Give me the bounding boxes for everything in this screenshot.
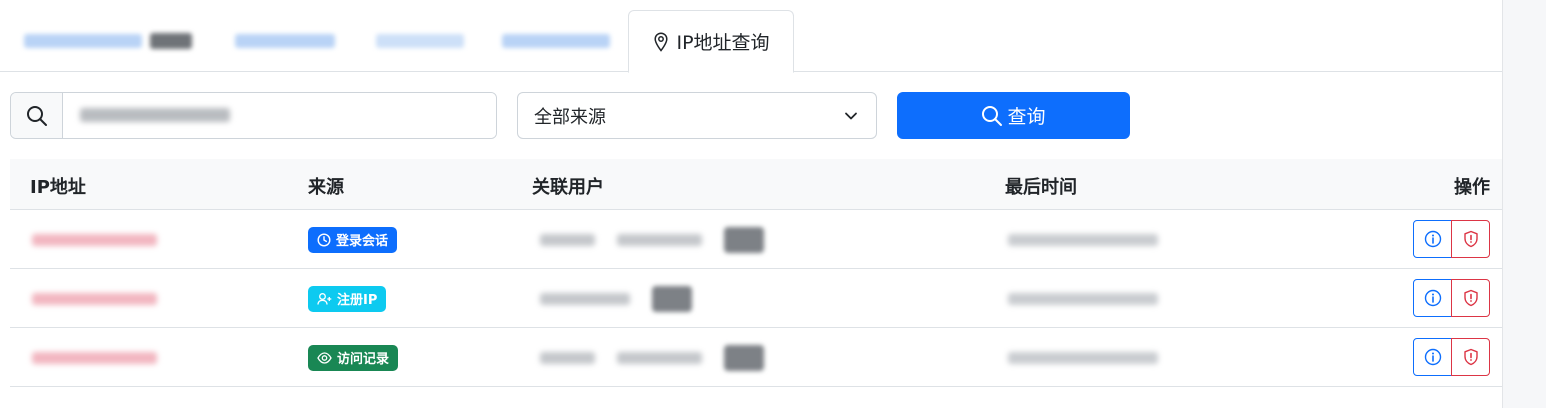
user-tag-redacted — [724, 344, 764, 371]
tab-blurred-4[interactable] — [498, 10, 613, 72]
user-name-redacted — [540, 292, 630, 305]
user-cell — [540, 210, 764, 269]
search-addon — [11, 93, 63, 138]
source-cell: 登录会话 — [308, 210, 398, 269]
source-cell: 注册IP — [308, 269, 387, 328]
ip-results-table: IP地址 来源 关联用户 最后时间 操作 登录会话 注册IP 访问记录 — [10, 159, 1510, 387]
clock-icon — [317, 232, 331, 247]
tab-bar: IP地址查询 — [0, 0, 1502, 73]
source-cell: 访问记录 — [308, 328, 399, 387]
header-ip: IP地址 — [30, 177, 86, 198]
query-button-label: 查询 — [1007, 106, 1046, 128]
table-header: IP地址 来源 关联用户 最后时间 操作 — [10, 159, 1510, 210]
user-tag-redacted — [724, 226, 764, 253]
source-badge-label: 访问记录 — [337, 352, 390, 367]
user-name-redacted — [617, 351, 702, 364]
ip-cell — [32, 269, 157, 328]
ip-lookup-page: IP地址查询 全部来源 查询 IP地址 来源 关联用户 最后时间 操作 登录会话… — [0, 0, 1546, 408]
table-row: 登录会话 — [10, 210, 1510, 269]
source-select[interactable]: 全部来源 — [517, 92, 877, 139]
info-icon — [1424, 289, 1441, 307]
user-name-redacted — [540, 233, 595, 246]
user-name-redacted — [617, 233, 702, 246]
source-badge: 访问记录 — [308, 344, 399, 371]
source-badge-label: 登录会话 — [336, 234, 389, 249]
last-time-cell — [1008, 210, 1158, 269]
user-cell — [540, 328, 764, 387]
shield-alert-icon — [1463, 230, 1478, 248]
user-cell — [540, 269, 692, 328]
last-time-cell — [1008, 328, 1158, 387]
info-icon — [1424, 230, 1441, 248]
ip-info-button[interactable] — [1413, 279, 1452, 317]
last-time-redacted — [1008, 292, 1158, 305]
eye-icon — [317, 351, 332, 364]
header-actions: 操作 — [1454, 177, 1490, 198]
header-user: 关联用户 — [532, 177, 604, 198]
source-select-value: 全部来源 — [534, 106, 606, 128]
ip-value-redacted — [32, 233, 157, 246]
page-scroll-rail — [1502, 0, 1546, 408]
ip-block-button[interactable] — [1451, 220, 1490, 258]
last-time-redacted — [1008, 233, 1158, 246]
search-icon — [982, 105, 1003, 126]
user-tag-redacted — [652, 285, 692, 312]
search-icon — [26, 105, 47, 126]
chevron-down-icon — [845, 112, 857, 120]
user-plus-icon — [317, 292, 332, 305]
last-time-cell — [1008, 269, 1158, 328]
ip-cell — [32, 328, 157, 387]
ip-block-button[interactable] — [1451, 279, 1490, 317]
source-badge-label: 注册IP — [337, 293, 378, 308]
ip-value-redacted — [32, 292, 157, 305]
map-pin-icon — [654, 31, 669, 52]
shield-alert-icon — [1463, 289, 1478, 307]
table-row: 注册IP — [10, 269, 1510, 328]
ip-cell — [32, 210, 157, 269]
ip-block-button[interactable] — [1451, 338, 1490, 376]
main-panel: IP地址查询 全部来源 查询 IP地址 来源 关联用户 最后时间 操作 登录会话… — [0, 0, 1510, 408]
tab-blurred-2[interactable] — [230, 10, 340, 72]
tab-blurred-1[interactable] — [18, 10, 198, 72]
shield-alert-icon — [1463, 348, 1478, 366]
source-badge: 注册IP — [308, 285, 387, 312]
row-actions — [1413, 338, 1490, 376]
table-row: 访问记录 — [10, 328, 1510, 387]
source-badge: 登录会话 — [308, 226, 398, 253]
header-source: 来源 — [308, 177, 344, 198]
ip-info-button[interactable] — [1413, 338, 1452, 376]
row-actions — [1413, 279, 1490, 317]
tab-ip-lookup-label: IP地址查询 — [676, 32, 770, 54]
ip-value-redacted — [32, 351, 157, 364]
tab-blurred-3[interactable] — [372, 10, 467, 72]
user-name-redacted — [540, 351, 595, 364]
ip-info-button[interactable] — [1413, 220, 1452, 258]
info-icon — [1424, 348, 1441, 366]
row-actions — [1413, 220, 1490, 258]
tab-ip-lookup[interactable]: IP地址查询 — [628, 10, 794, 73]
query-button[interactable]: 查询 — [897, 92, 1130, 139]
last-time-redacted — [1008, 351, 1158, 364]
header-last-time: 最后时间 — [1005, 177, 1077, 198]
search-input-value-redacted — [80, 108, 230, 122]
